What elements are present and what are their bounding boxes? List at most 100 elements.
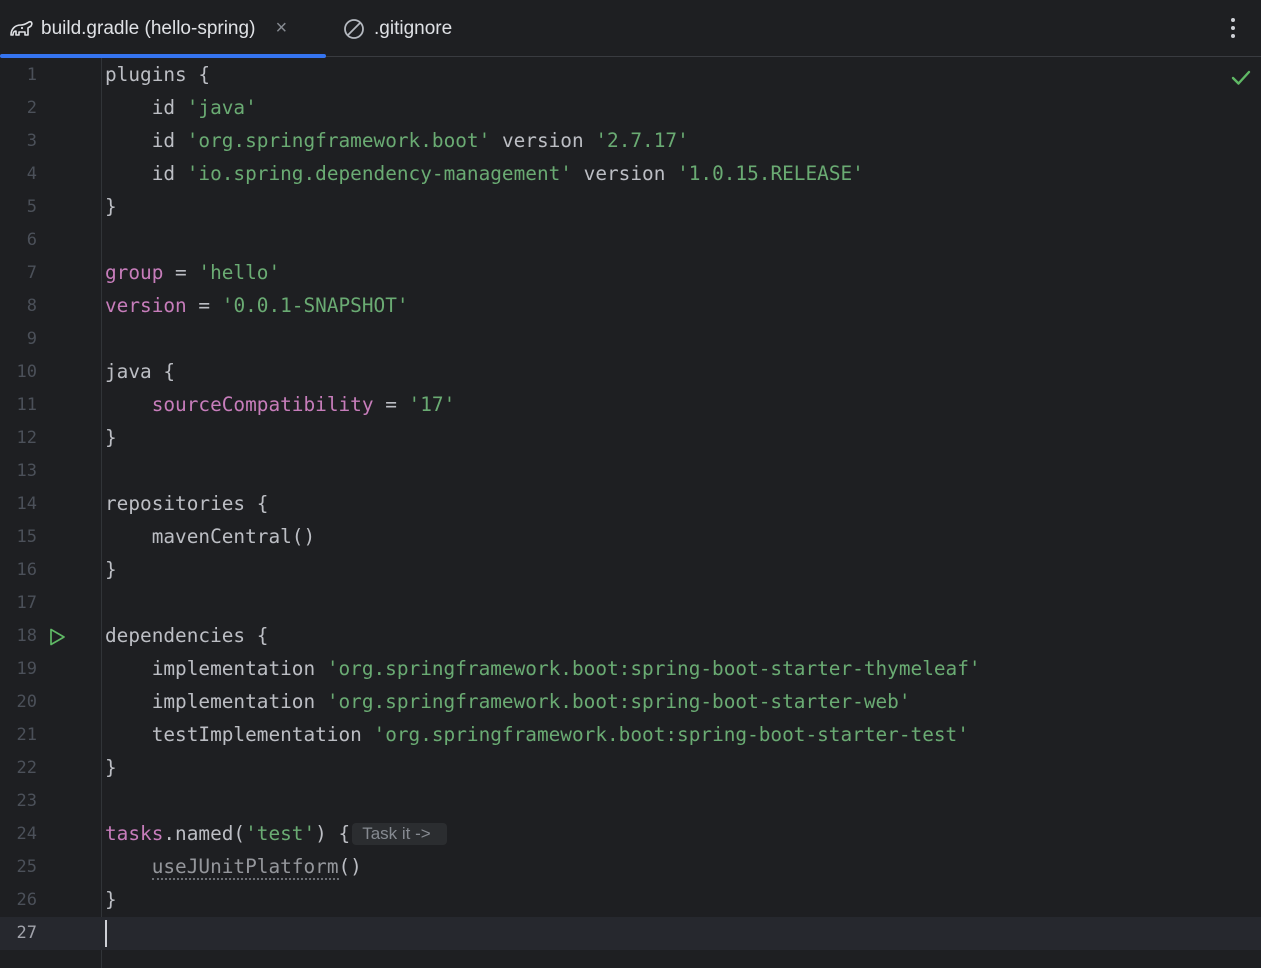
code-line[interactable]: 10 java { xyxy=(0,356,1261,389)
line-number: 22 xyxy=(16,758,37,778)
code-text: java { xyxy=(105,360,175,383)
code-line[interactable]: 9 xyxy=(0,323,1261,356)
string-literal: 'org.springframework.boot:spring-boot-st… xyxy=(373,723,969,746)
line-number: 18 xyxy=(16,626,37,646)
ignored-file-icon xyxy=(343,18,365,40)
more-options-icon[interactable] xyxy=(1225,16,1241,40)
code-token: } xyxy=(105,195,117,218)
line-number: 24 xyxy=(16,824,37,844)
code-text: version = '0.0.1-SNAPSHOT' xyxy=(105,294,409,317)
code-token: () xyxy=(338,855,362,878)
code-line[interactable]: 14 repositories { xyxy=(0,488,1261,521)
line-number: 8 xyxy=(26,296,37,316)
line-number: 15 xyxy=(16,527,37,547)
code-line[interactable]: 16} xyxy=(0,554,1261,587)
code-token: id xyxy=(105,96,187,119)
code-line[interactable]: 18 dependencies { xyxy=(0,620,1261,653)
line-number: 17 xyxy=(16,593,37,613)
code-token: ) { xyxy=(315,822,351,845)
code-token: testImplementation xyxy=(105,723,374,746)
line-number: 7 xyxy=(26,263,37,283)
code-line[interactable]: 13 xyxy=(0,455,1261,488)
code-token: = xyxy=(186,294,222,317)
code-token: } xyxy=(105,756,117,779)
property-token: group xyxy=(105,261,164,284)
line-number: 4 xyxy=(26,164,37,184)
code-text: plugins { xyxy=(105,63,210,86)
line-number: 2 xyxy=(26,98,37,118)
code-token: id xyxy=(105,129,187,152)
run-gutter-icon[interactable] xyxy=(47,627,67,647)
code-line[interactable]: 8 version = '0.0.1-SNAPSHOT' xyxy=(0,290,1261,323)
code-line[interactable]: 3 id 'org.springframework.boot' version … xyxy=(0,125,1261,158)
code-line[interactable]: 21 testImplementation 'org.springframewo… xyxy=(0,719,1261,752)
code-token: = xyxy=(163,261,199,284)
code-text: } xyxy=(105,558,117,581)
line-number: 12 xyxy=(16,428,37,448)
code-text: implementation 'org.springframework.boot… xyxy=(105,657,981,680)
tab-gitignore[interactable]: .gitignore xyxy=(343,0,452,57)
code-line[interactable]: 26} xyxy=(0,884,1261,917)
code-line[interactable]: 25 useJUnitPlatform() xyxy=(0,851,1261,884)
code-line[interactable]: 12} xyxy=(0,422,1261,455)
tab-label: .gitignore xyxy=(374,17,453,39)
string-literal: 'hello' xyxy=(198,261,281,284)
code-text: id 'io.spring.dependency-management' ver… xyxy=(105,162,864,185)
gradle-elephant-icon xyxy=(8,18,34,40)
code-token: java { xyxy=(105,360,176,383)
code-line[interactable]: 2 id 'java' xyxy=(0,92,1261,125)
code-line[interactable]: 23 xyxy=(0,785,1261,818)
code-line[interactable]: 1 plugins { xyxy=(0,59,1261,92)
string-literal: '2.7.17' xyxy=(595,129,689,152)
code-token: implementation xyxy=(105,657,327,680)
code-token: mavenCentral() xyxy=(105,525,316,548)
close-icon[interactable]: × xyxy=(273,17,289,40)
deprecated-call: useJUnitPlatform xyxy=(151,855,339,880)
code-token: repositories { xyxy=(105,492,269,515)
code-line[interactable]: 24 tasks.named('test') {Task it -> xyxy=(0,818,1261,851)
line-number: 21 xyxy=(16,725,37,745)
code-line[interactable]: 4 id 'io.spring.dependency-management' v… xyxy=(0,158,1261,191)
code-token: } xyxy=(105,888,117,911)
line-number: 20 xyxy=(16,692,37,712)
property-token: version xyxy=(105,294,187,317)
code-token: id xyxy=(105,162,187,185)
text-caret xyxy=(105,920,107,947)
code-text: id 'org.springframework.boot' version '2… xyxy=(105,129,689,152)
code-line[interactable]: 20 implementation 'org.springframework.b… xyxy=(0,686,1261,719)
code-line[interactable]: 27 xyxy=(0,917,1261,950)
property-token: tasks xyxy=(105,822,164,845)
code-line[interactable]: 17 xyxy=(0,587,1261,620)
editor-tab-bar: build.gradle (hello-spring) × .gitignore xyxy=(0,0,1261,58)
line-number: 16 xyxy=(16,560,37,580)
line-number: 25 xyxy=(16,857,37,877)
code-text: repositories { xyxy=(105,492,268,515)
code-line[interactable]: 5} xyxy=(0,191,1261,224)
code-line[interactable]: 6 xyxy=(0,224,1261,257)
code-line[interactable]: 7 group = 'hello' xyxy=(0,257,1261,290)
code-text: sourceCompatibility = '17' xyxy=(105,393,456,416)
code-text: mavenCentral() xyxy=(105,525,315,548)
code-token: version xyxy=(571,162,678,185)
line-number: 6 xyxy=(26,230,37,250)
code-line[interactable]: 22} xyxy=(0,752,1261,785)
code-token: implementation xyxy=(105,690,327,713)
code-line[interactable]: 19 implementation 'org.springframework.b… xyxy=(0,653,1261,686)
inlay-type-hint[interactable]: Task it -> xyxy=(352,823,447,845)
code-text: } xyxy=(105,888,117,911)
tab-build-gradle[interactable]: build.gradle (hello-spring) × xyxy=(0,0,326,58)
line-number: 9 xyxy=(26,329,37,349)
line-number: 3 xyxy=(26,131,37,151)
line-number: 1 xyxy=(26,65,37,85)
code-token: } xyxy=(105,558,117,581)
code-text: implementation 'org.springframework.boot… xyxy=(105,690,911,713)
code-line[interactable]: 11 sourceCompatibility = '17' xyxy=(0,389,1261,422)
string-literal: '1.0.15.RELEASE' xyxy=(677,162,864,185)
code-token: } xyxy=(105,426,117,449)
tab-label: build.gradle (hello-spring) xyxy=(41,17,256,39)
code-editor[interactable]: 1 plugins {2 id 'java' 3 id 'org.springfra… xyxy=(0,58,1261,968)
code-line[interactable]: 15 mavenCentral() xyxy=(0,521,1261,554)
string-literal: 'org.springframework.boot' xyxy=(186,129,491,152)
string-literal: 'org.springframework.boot:spring-boot-st… xyxy=(326,657,981,680)
